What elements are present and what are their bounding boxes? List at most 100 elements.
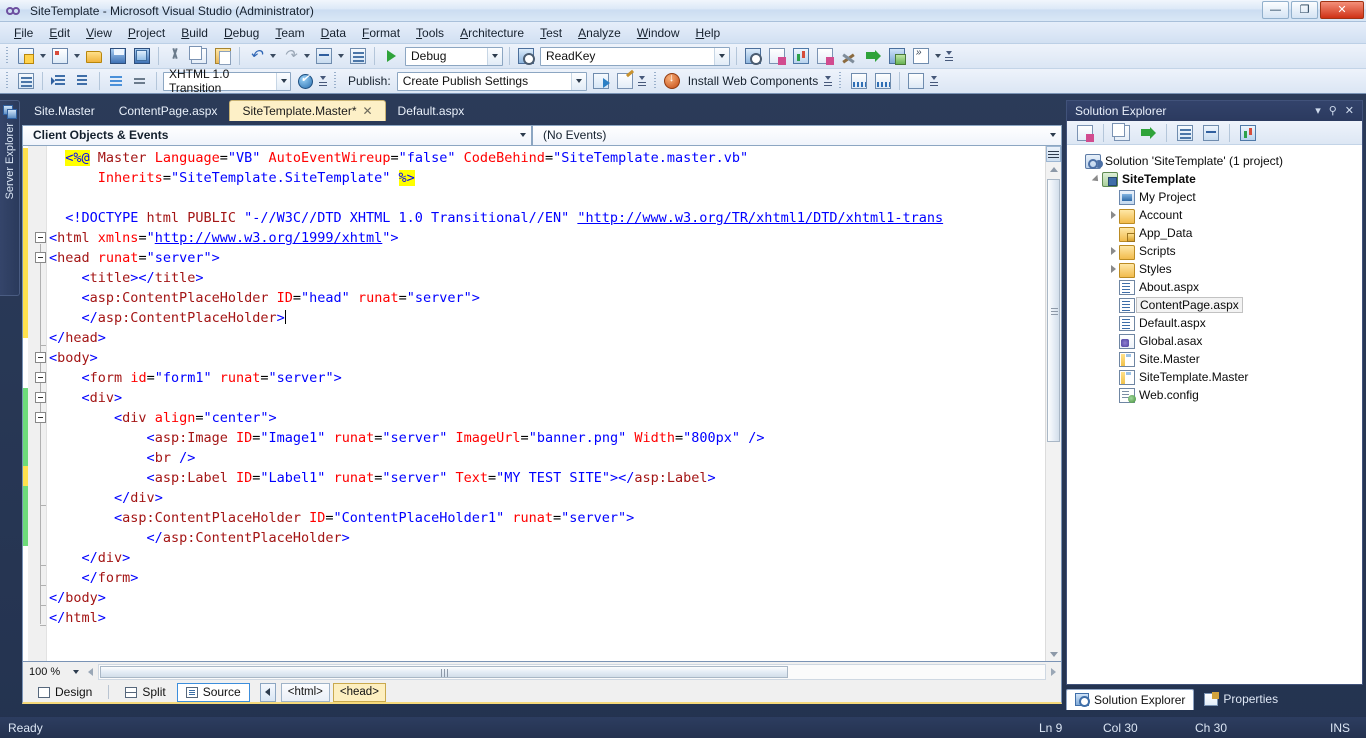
fold-toggle[interactable] (35, 392, 46, 403)
events-combo[interactable]: (No Events) (532, 124, 1062, 146)
new-project-button[interactable] (15, 46, 37, 67)
tree-item-my-project[interactable]: My Project (1067, 188, 1362, 206)
tree-item-about-aspx[interactable]: About.aspx (1067, 278, 1362, 296)
fold-toggle[interactable] (35, 252, 46, 263)
close-icon[interactable]: ✕ (1345, 105, 1354, 117)
show-properties-button[interactable] (15, 71, 37, 92)
paste-button[interactable] (212, 46, 234, 67)
target-schema-combo[interactable]: XHTML 1.0 Transition (163, 67, 291, 95)
redo-dropdown[interactable] (302, 46, 312, 67)
stack-window-button[interactable] (886, 46, 908, 67)
server-explorer-dock-tab[interactable]: Server Explorer (0, 100, 20, 296)
view-designer-button[interactable] (1200, 122, 1222, 143)
tree-item-default-aspx[interactable]: Default.aspx (1067, 314, 1362, 332)
tree-item-site-master[interactable]: Site.Master (1067, 350, 1362, 368)
document-tab-contentpage-aspx[interactable]: ContentPage.aspx (107, 100, 230, 121)
menu-item-window[interactable]: Window (629, 23, 688, 43)
find-button[interactable] (515, 46, 537, 67)
menu-item-tools[interactable]: Tools (408, 23, 452, 43)
document-tab-default-aspx[interactable]: Default.aspx (386, 100, 477, 121)
object-browser-button[interactable] (790, 46, 812, 67)
expander-closed-icon[interactable] (1107, 245, 1119, 257)
tree-item-solution--sitetemplate---1-project-[interactable]: Solution 'SiteTemplate' (1 project) (1067, 152, 1362, 170)
chevron-down-icon[interactable] (515, 126, 531, 145)
dock-tab-properties[interactable]: Properties (1196, 689, 1286, 710)
tree-item-contentpage-aspx[interactable]: ContentPage.aspx (1067, 296, 1362, 314)
solution-configuration-combo[interactable]: Debug (405, 46, 503, 66)
chevron-down-icon[interactable] (570, 72, 586, 90)
document-tab-sitetemplate-master-[interactable]: SiteTemplate.Master* ✕ (229, 100, 386, 121)
undo-dropdown[interactable] (268, 46, 278, 67)
toolbar-overflow-button[interactable] (943, 46, 954, 67)
save-all-button[interactable] (131, 46, 153, 67)
delete-row-button[interactable] (905, 71, 927, 92)
install-web-components-icon-button[interactable] (663, 71, 681, 92)
menu-item-debug[interactable]: Debug (216, 23, 267, 43)
undo-button[interactable]: ↶ (245, 46, 267, 67)
tree-item-account[interactable]: Account (1067, 206, 1362, 224)
fold-toggle[interactable] (35, 372, 46, 383)
menu-item-data[interactable]: Data (313, 23, 354, 43)
insert-row-button[interactable] (872, 71, 894, 92)
breadcrumb-item[interactable]: <head> (332, 682, 386, 702)
outdent-button[interactable] (72, 71, 94, 92)
command-window-dropdown[interactable] (933, 46, 943, 67)
web-toolbar-overflow-button[interactable] (822, 71, 833, 92)
toolbar-grip[interactable] (651, 72, 659, 90)
table-toolbar-overflow-button[interactable] (928, 71, 939, 92)
navigate-backward-button[interactable] (313, 46, 335, 67)
menu-item-analyze[interactable]: Analyze (570, 23, 629, 43)
breadcrumb-scroll-left-button[interactable] (259, 682, 276, 702)
tree-item-sitetemplate-master[interactable]: SiteTemplate.Master (1067, 368, 1362, 386)
menu-item-help[interactable]: Help (688, 23, 729, 43)
horizontal-scroll-thumb[interactable] (100, 666, 788, 678)
edit-publish-settings-button[interactable] (614, 71, 636, 92)
source-view-button[interactable]: Source (176, 682, 250, 702)
chevron-down-icon[interactable] (487, 47, 502, 65)
code-editor[interactable]: <%@ Master Language="VB" AutoEventWireup… (22, 146, 1062, 662)
tree-item-sitetemplate[interactable]: SiteTemplate (1067, 170, 1362, 188)
expander-closed-icon[interactable] (1107, 263, 1119, 275)
properties-window-button[interactable] (766, 46, 788, 67)
chevron-down-icon[interactable] (276, 72, 290, 90)
cut-button[interactable] (164, 46, 186, 67)
solution-explorer-button[interactable] (742, 46, 764, 67)
add-new-item-dropdown[interactable] (72, 46, 82, 67)
show-all-files-button[interactable] (1111, 122, 1133, 143)
html-toolbar-overflow-button[interactable] (317, 71, 328, 92)
publish-toolbar-overflow-button[interactable] (637, 71, 648, 92)
comment-button[interactable] (105, 71, 127, 92)
chevron-down-icon[interactable] (714, 47, 729, 65)
editor-split-button[interactable] (1046, 146, 1061, 162)
options-button[interactable] (838, 46, 860, 67)
new-project-dropdown[interactable] (38, 46, 48, 67)
menu-item-file[interactable]: File (6, 23, 41, 43)
menu-item-view[interactable]: View (78, 23, 120, 43)
toolbar-grip[interactable] (4, 47, 11, 65)
uncomment-button[interactable] (129, 71, 151, 92)
solution-tree[interactable]: Solution 'SiteTemplate' (1 project) SiteT… (1067, 146, 1362, 684)
open-file-button[interactable] (83, 46, 105, 67)
menu-item-test[interactable]: Test (532, 23, 570, 43)
validate-button[interactable] (294, 71, 316, 92)
view-in-browser-button[interactable] (1237, 122, 1259, 143)
document-tab-site-master[interactable]: Site.Master (22, 100, 107, 121)
toolbar-grip[interactable] (4, 72, 11, 90)
redo-button[interactable]: ↷ (279, 46, 301, 67)
menu-item-architecture[interactable]: Architecture (452, 23, 532, 43)
zoom-combo[interactable]: 100 % (23, 663, 83, 681)
menu-item-team[interactable]: Team (267, 23, 312, 43)
menu-item-build[interactable]: Build (173, 23, 216, 43)
tree-item-scripts[interactable]: Scripts (1067, 242, 1362, 260)
scroll-right-arrow-icon[interactable] (1046, 664, 1061, 680)
menu-item-edit[interactable]: Edit (41, 23, 78, 43)
horizontal-scrollbar[interactable] (98, 664, 1046, 680)
client-objects-combo[interactable]: Client Objects & Events (22, 124, 532, 146)
menu-item-format[interactable]: Format (354, 23, 408, 43)
editor-vertical-scrollbar[interactable] (1045, 146, 1061, 661)
chevron-down-icon[interactable] (73, 670, 79, 674)
pin-icon[interactable]: ⚲ (1329, 105, 1337, 117)
minimize-button[interactable]: — (1262, 1, 1289, 19)
toolbar-grip[interactable] (837, 72, 845, 90)
expander-closed-icon[interactable] (1107, 209, 1119, 221)
